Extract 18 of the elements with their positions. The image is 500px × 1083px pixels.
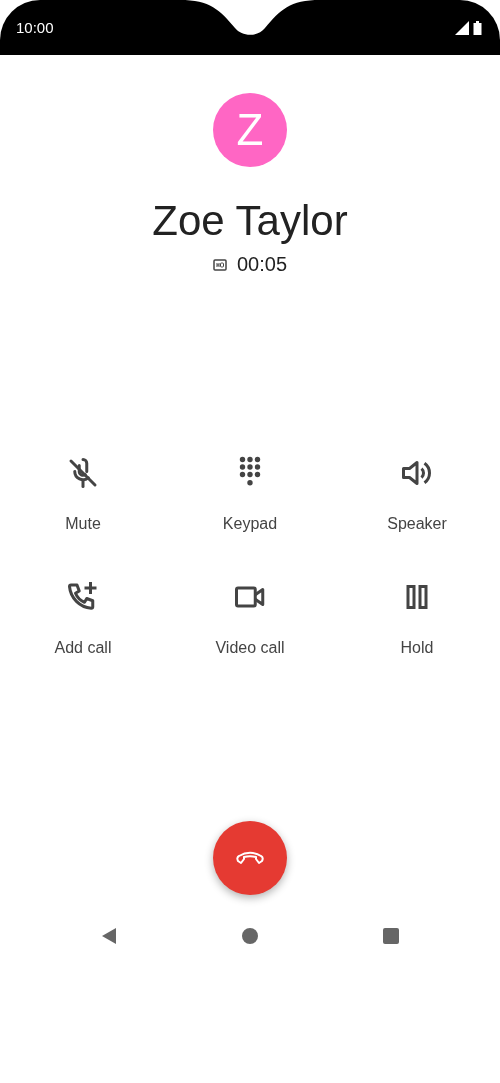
- home-icon[interactable]: [241, 927, 259, 945]
- call-control-button[interactable]: Mute: [65, 451, 101, 537]
- call-control-button[interactable]: Keypad: [222, 451, 278, 537]
- call-duration: 00:05: [236, 253, 288, 276]
- clock-time: 10:00: [16, 19, 54, 36]
- back-icon[interactable]: [100, 927, 118, 945]
- call-control-button[interactable]: Hold: [399, 575, 435, 661]
- call-control-button[interactable]: Add call: [54, 575, 112, 661]
- end-call-button[interactable]: [213, 821, 287, 895]
- contact-name: Zoe Taylor: [152, 197, 348, 245]
- hd-icon: [212, 258, 227, 271]
- contact-avatar: Z: [213, 93, 287, 167]
- call-control-button[interactable]: Speaker: [387, 451, 447, 537]
- battery-icon: [473, 20, 482, 35]
- call-control-button[interactable]: Video call: [215, 575, 285, 661]
- signal-icon: [455, 20, 469, 35]
- recents-icon[interactable]: [382, 927, 400, 945]
- hang-up-icon: [235, 851, 265, 865]
